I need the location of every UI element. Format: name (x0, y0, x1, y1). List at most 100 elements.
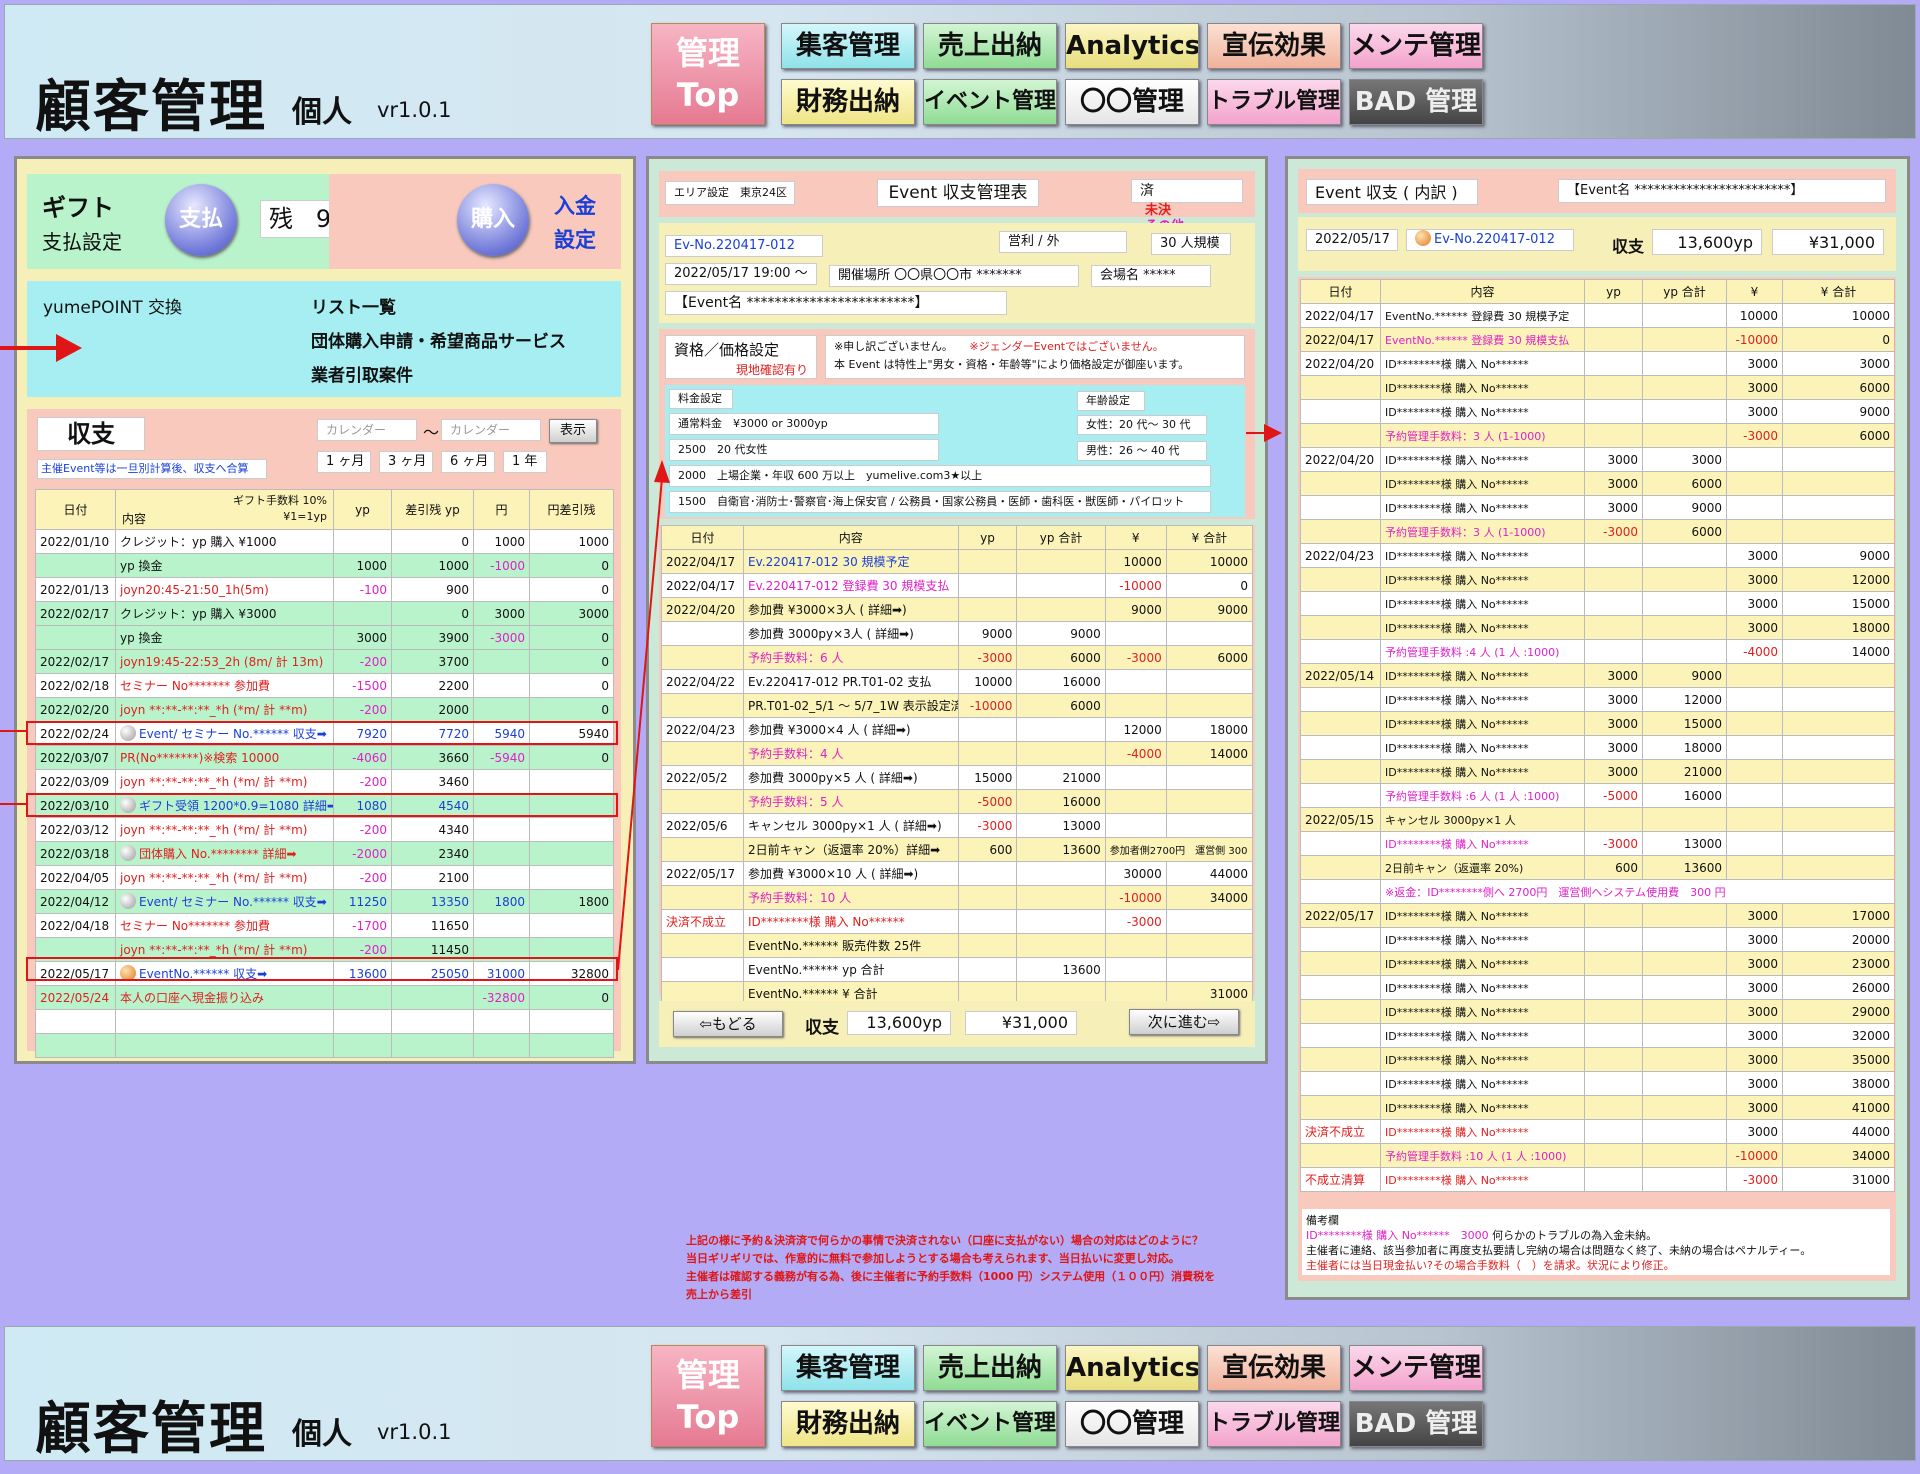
detail-row[interactable]: 2022/05/17 ID********様 購入 No****** 3000 170… (1300, 903, 1895, 928)
menu-exchange[interactable]: yumePOINT 交換 (43, 293, 182, 318)
back-button[interactable]: ⇦もどる (673, 1011, 783, 1037)
ledger-row[interactable]: 2022/02/18 セミナー No******* 参加費 -1500 2200 0 (35, 673, 614, 698)
detail-row[interactable]: ID********様 購入 No****** 3000 15000 (1300, 591, 1895, 616)
event-row[interactable]: 2022/05/17 参加費 ¥3000×10 人 ( 詳細➡) 30000 4400… (660, 861, 1254, 886)
calendar-end[interactable]: カレンダー (441, 419, 541, 441)
period-6m[interactable]: 6 ヶ月 (441, 451, 495, 473)
footer-nav-maint[interactable]: メンテ管理 (1349, 1345, 1483, 1391)
buy-button[interactable]: 購入 (457, 184, 529, 256)
detail-row[interactable]: 2022/05/15 キャンセル 3000py×1 人 (1300, 807, 1895, 832)
menu-vendor[interactable]: 業者引取案件 (311, 361, 413, 386)
show-button[interactable]: 表示 (549, 419, 597, 443)
detail-row[interactable]: ID********様 購入 No****** 3000 29000 (1300, 999, 1895, 1024)
menu-group[interactable]: 団体購入申請・希望商品サービス (311, 327, 566, 352)
detail-row[interactable]: ID********様 購入 No****** 3000 20000 (1300, 927, 1895, 952)
event-row[interactable]: 2022/05/6 キャンセル 3000py×1 人 ( 詳細➡) -3000 130… (660, 813, 1254, 838)
detail-row[interactable]: 予約管理手数料 :10 人 (1 人 :1000) -10000 34000 (1300, 1143, 1895, 1168)
detail-row[interactable]: ID********様 購入 No****** 3000 6000 (1300, 471, 1895, 496)
detail-row[interactable]: ID********様 購入 No****** 3000 35000 (1300, 1047, 1895, 1072)
event-row[interactable]: EventNo.****** yp 合計 13600 (660, 957, 1254, 982)
nav-maint[interactable]: メンテ管理 (1349, 23, 1483, 69)
fee-normal[interactable]: 通常料金 ¥3000 or 3000yp (669, 413, 939, 435)
event-scale[interactable]: 30 人規模 (1151, 233, 1231, 255)
event-row[interactable]: 予約手数料：10 人 -10000 34000 (660, 885, 1254, 910)
nav-top-button[interactable]: 管理 Top (651, 23, 765, 125)
footer-nav-oo[interactable]: 〇〇管理 (1065, 1401, 1199, 1447)
event-row[interactable]: 予約手数料：4 人 -4000 14000 (660, 741, 1254, 766)
next-button[interactable]: 次に進む⇨ (1129, 1009, 1239, 1035)
footer-nav-analytics[interactable]: Analytics (1065, 1345, 1199, 1391)
fee-public[interactable]: 1500 自衛官･消防士･警察官･海上保安官 / 公務員・国家公務員・医師・歯科… (669, 491, 1211, 513)
menu-list[interactable]: リスト一覧 (311, 293, 396, 318)
event-type[interactable]: 営利 / 外 (999, 231, 1127, 253)
event-row[interactable]: 2022/04/17 Ev.220417-012 30 規模予定 10000 1000… (660, 549, 1254, 574)
detail-row[interactable]: ID********様 購入 No****** -3000 13000 (1300, 831, 1895, 856)
detail-row[interactable]: ID********様 購入 No****** 3000 9000 (1300, 399, 1895, 424)
detail-row[interactable]: ※返金：ID********側へ 2700円 運営側へシステム使用費 300 円 (1300, 879, 1895, 904)
nav-bad[interactable]: BAD 管理 (1349, 79, 1483, 125)
nav-finance[interactable]: 財務出納 (781, 79, 915, 125)
detail-row[interactable]: ID********様 購入 No****** 3000 6000 (1300, 375, 1895, 400)
grey-orb-icon[interactable] (120, 845, 136, 861)
detail-row[interactable]: 決済不成立 ID********様 購入 No****** 3000 44000 (1300, 1119, 1895, 1144)
period-1m[interactable]: 1 ヶ月 (317, 451, 371, 473)
footer-nav-top-button[interactable]: 管理 Top (651, 1345, 765, 1447)
detail-row[interactable]: 2022/04/17 EventNo.****** 登録費 30 規模予定 1000… (1300, 303, 1895, 328)
deposit-link2[interactable]: 設定 (554, 224, 596, 254)
event-row[interactable]: 2022/04/17 Ev.220417-012 登録費 30 規模支払 -1000… (660, 573, 1254, 598)
nav-event[interactable]: イベント管理 (923, 79, 1057, 125)
event-row[interactable]: 予約手数料：5 人 -5000 16000 (660, 789, 1254, 814)
detail-row[interactable]: ID********様 購入 No****** 3000 41000 (1300, 1095, 1895, 1120)
pay-button[interactable]: 支払 (165, 184, 237, 256)
fee-corporate[interactable]: 2000 上場企業・年収 600 万以上 yumelive.com3★以上 (669, 465, 1211, 487)
detail-row[interactable]: ID********様 購入 No****** 3000 15000 (1300, 711, 1895, 736)
ledger-row[interactable]: 2022/03/07 PR(No*******)※検索 10000 -4060 366… (35, 745, 614, 770)
ledger-row[interactable]: 2022/02/17 joyn19:45-22:53_2h (8m/ 計 13m)… (35, 649, 614, 674)
deposit-link[interactable]: 入金 (554, 190, 596, 220)
detail-row[interactable]: 2022/05/14 ID********様 購入 No****** 3000 900… (1300, 663, 1895, 688)
footer-nav-bad[interactable]: BAD 管理 (1349, 1401, 1483, 1447)
ledger-row[interactable]: 2022/03/18 団体購入 No.******** 詳細➡ -2000 2340 (35, 841, 614, 866)
detail-row[interactable]: ID********様 購入 No****** 3000 26000 (1300, 975, 1895, 1000)
ledger-row[interactable]: 2022/04/18 セミナー No******* 参加費 -1700 11650 (35, 913, 614, 938)
nav-oo[interactable]: 〇〇管理 (1065, 79, 1199, 125)
detail-row[interactable]: ID********様 購入 No****** 3000 18000 (1300, 615, 1895, 640)
footer-nav-event[interactable]: イベント管理 (923, 1401, 1057, 1447)
detail-row[interactable]: ID********様 購入 No****** 3000 9000 (1300, 495, 1895, 520)
area-field[interactable]: エリア設定 東京24区 (665, 181, 795, 205)
detail-row[interactable]: 予約管理手数料：3 人 (1-1000) -3000 6000 (1300, 519, 1895, 544)
calendar-start[interactable]: カレンダー (317, 419, 417, 441)
detail-row[interactable]: 予約管理手数料：3 人 (1-1000) -3000 6000 (1300, 423, 1895, 448)
ledger-row[interactable]: 2022/01/10 クレジット：yp 購入 ¥1000 0 1000 1000 (35, 529, 614, 554)
event-datetime[interactable]: 2022/05/17 19:00 〜 (665, 263, 817, 285)
event-row[interactable]: 2022/04/22 Ev.220417-012 PR.T01-02 支払 1000… (660, 669, 1254, 694)
event-row[interactable]: 2022/04/23 参加費 ¥3000×4 人 ( 詳細➡) 12000 18000 (660, 717, 1254, 742)
period-3m[interactable]: 3 ヶ月 (379, 451, 433, 473)
ledger-row[interactable]: 2022/04/05 joyn **:**-**:**_*h (*m/ 計 **m… (35, 865, 614, 890)
event-row[interactable]: 2022/05/2 参加費 3000py×5 人 ( 詳細➡) 15000 21000 (660, 765, 1254, 790)
detail-row[interactable]: 2022/04/20 ID********様 購入 No****** 3000 300… (1300, 351, 1895, 376)
footer-nav-customer[interactable]: 集客管理 (781, 1345, 915, 1391)
detail-row[interactable]: 不成立清算 ID********様 購入 No****** -3000 31000 (1300, 1167, 1895, 1192)
fee-female20[interactable]: 2500 20 代女性 (669, 439, 939, 461)
event-row[interactable]: 2022/04/20 参加費 ¥3000×3人 ( 詳細➡) 9000 9000 (660, 597, 1254, 622)
nav-ads[interactable]: 宣伝効果 (1207, 23, 1341, 69)
detail-row[interactable]: 予約管理手数料 :4 人 (1 人 :1000) -4000 14000 (1300, 639, 1895, 664)
nav-trouble[interactable]: トラブル管理 (1207, 79, 1341, 125)
event-venue-name[interactable]: 会場名 ***** (1091, 265, 1211, 287)
detail-row[interactable]: ID********様 購入 No****** 3000 38000 (1300, 1071, 1895, 1096)
event-row[interactable]: PR.T01-02_5/1 〜 5/7_1W 表示設定済 -10000 6000 (660, 693, 1254, 718)
ledger-row[interactable]: yp 換金 3000 3900 -3000 0 (35, 625, 614, 650)
ledger-row[interactable]: yp 換金 1000 1000 -1000 0 (35, 553, 614, 578)
ledger-row[interactable] (35, 1033, 614, 1058)
ledger-row[interactable]: 2022/03/09 joyn **:**-**:**_*h (*m/ 計 **m… (35, 769, 614, 794)
ledger-row[interactable]: 2022/02/20 joyn **:**-**:**_*h (*m/ 計 **m… (35, 697, 614, 722)
nav-customer[interactable]: 集客管理 (781, 23, 915, 69)
period-1y[interactable]: 1 年 (503, 451, 547, 473)
ledger-row[interactable]: 2022/01/13 joyn20:45-21:50_1h(5m) -100 900 0 (35, 577, 614, 602)
nav-analytics[interactable]: Analytics (1065, 23, 1199, 69)
age-male[interactable]: 男性：26 〜 40 代 (1077, 441, 1207, 461)
event-row[interactable]: EventNo.****** 販売件数 25件 (660, 933, 1254, 958)
footer-nav-trouble[interactable]: トラブル管理 (1207, 1401, 1341, 1447)
detail-row[interactable]: ID********様 購入 No****** 3000 12000 (1300, 567, 1895, 592)
